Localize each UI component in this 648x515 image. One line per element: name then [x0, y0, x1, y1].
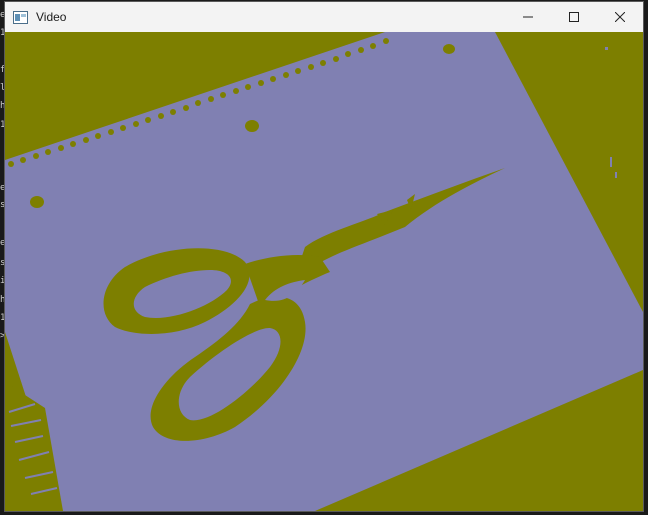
video-frame: [5, 32, 643, 511]
maximize-button[interactable]: [551, 2, 597, 32]
window-title: Video: [36, 10, 67, 24]
app-window-icon: [12, 10, 28, 24]
maximize-icon: [569, 12, 579, 22]
close-button[interactable]: [597, 2, 643, 32]
close-icon: [615, 12, 625, 22]
video-frame-image: [5, 32, 643, 511]
video-window: Video: [4, 1, 644, 512]
minimize-button[interactable]: [505, 2, 551, 32]
minimize-icon: [523, 12, 533, 22]
window-controls: [505, 2, 643, 32]
title-bar[interactable]: Video: [5, 2, 643, 32]
